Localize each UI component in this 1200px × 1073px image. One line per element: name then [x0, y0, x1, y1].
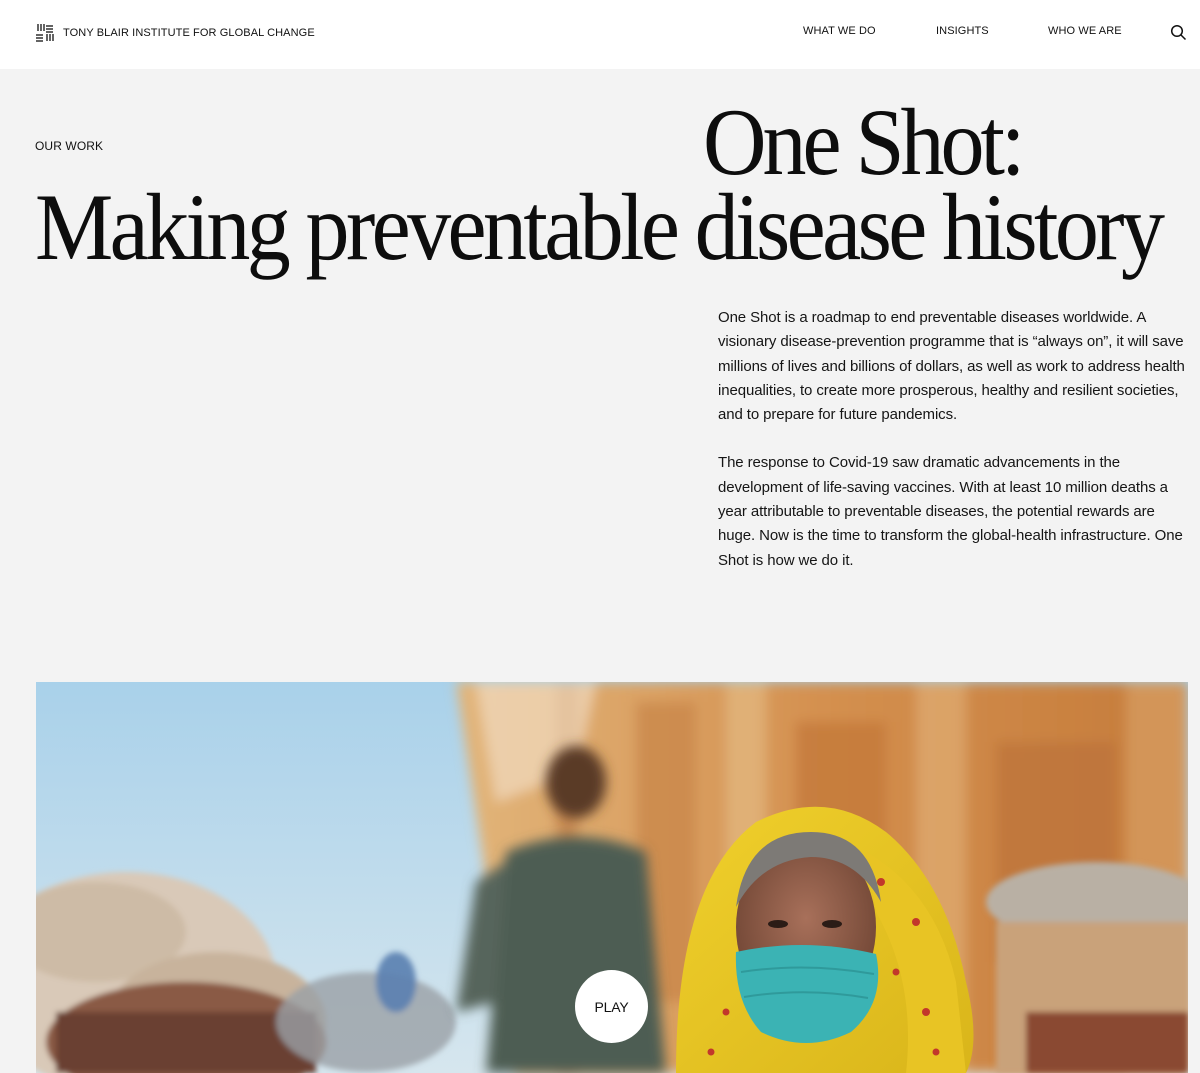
institute-logo-icon	[36, 24, 54, 42]
intro-paragraph: The response to Covid-19 saw dramatic ad…	[718, 454, 1183, 569]
intro-paragraph: One Shot is a roadmap to end preventable…	[718, 309, 1185, 424]
nav-insights[interactable]: INSIGHTS	[936, 26, 989, 37]
page-title-line-2: Making preventable disease history	[35, 175, 1165, 281]
org-name: TONY BLAIR INSTITUTE FOR GLOBAL CHANGE	[63, 26, 315, 39]
nav-who-we-are[interactable]: WHO WE ARE	[1048, 26, 1122, 37]
site-header: TONY BLAIR INSTITUTE FOR GLOBAL CHANGE W…	[0, 0, 1200, 69]
section-eyebrow: OUR WORK	[35, 139, 104, 153]
play-button[interactable]: PLAY	[575, 970, 648, 1043]
intro-text: One Shot is a roadmap to end preventable…	[718, 306, 1190, 573]
nav-what-we-do[interactable]: WHAT WE DO	[803, 26, 876, 37]
site-logo[interactable]: TONY BLAIR INSTITUTE FOR GLOBAL CHANGE	[35, 23, 315, 42]
search-icon[interactable]	[1170, 24, 1187, 41]
